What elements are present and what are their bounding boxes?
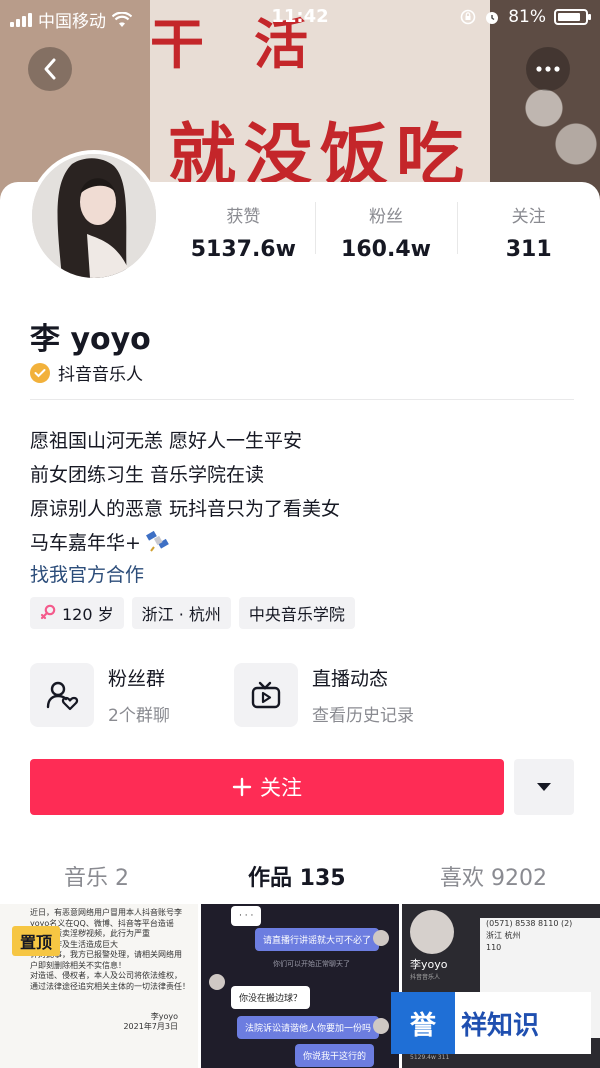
- stat-value: 5137.6w: [190, 237, 296, 262]
- watermark-logo: 誉 祥知识: [391, 992, 591, 1054]
- stat-label: 获赞: [226, 207, 261, 227]
- follow-button[interactable]: 关注: [30, 759, 504, 815]
- fans-group-subtitle: 2个群聊: [108, 706, 170, 726]
- statement-line: 对造谣、侵权者，本人及公司将依法维权，: [30, 971, 182, 980]
- stat-value: 311: [505, 237, 552, 262]
- tag-age: 120 岁: [30, 597, 124, 629]
- avatar-portrait: [32, 154, 156, 278]
- tag-school-label: 中央音乐学院: [248, 605, 345, 624]
- stat-following[interactable]: 关注 311: [457, 196, 600, 268]
- mini-city: 浙江 杭州: [486, 931, 521, 940]
- statement-date: 2021年7月3日: [123, 1022, 178, 1031]
- status-right: 81%: [460, 7, 591, 27]
- stat-label: 粉丝: [369, 207, 403, 227]
- tab-likes[interactable]: 喜欢 9202: [440, 860, 547, 892]
- more-button[interactable]: [526, 47, 570, 91]
- profile-name: 李 yoyo: [30, 322, 151, 357]
- back-button[interactable]: [28, 47, 72, 91]
- stats-row: 获赞 5137.6w 粉丝 160.4w 关注 311: [172, 196, 600, 268]
- stat-likes[interactable]: 获赞 5137.6w: [172, 196, 315, 268]
- tag-school: 中央音乐学院: [238, 597, 355, 629]
- tag-location: 浙江 · 杭州: [131, 597, 231, 629]
- caret-down-icon: [537, 783, 551, 791]
- fans-group-text: 粉丝群 2个群聊: [108, 664, 170, 726]
- fans-group-entry[interactable]: 粉丝群 2个群聊: [30, 663, 170, 727]
- live-title: 直播动态: [312, 668, 389, 690]
- chat-avatar: [373, 930, 389, 946]
- verification-row: 抖音音乐人: [30, 360, 143, 385]
- chat-bubble: 你没在搬边球？: [231, 986, 311, 1009]
- section-divider: [30, 399, 574, 400]
- stat-label: 关注: [511, 207, 546, 227]
- follow-label: 关注: [260, 776, 302, 800]
- satellite-emoji-icon: [145, 530, 169, 552]
- fans-group-title: 粉丝群: [108, 668, 166, 690]
- chat-bubble: 法院诉讼请谐他人你要加一份吗: [237, 1016, 380, 1039]
- chat-bubble: 你说我干这行的: [295, 1044, 375, 1067]
- plus-icon: [232, 777, 252, 797]
- alarm-icon: [486, 12, 499, 24]
- chat-bubble: 请直播行讲谣就大可不必了: [255, 928, 380, 951]
- chat-avatar: [373, 1018, 389, 1034]
- bio-line: 前女团练习生 音乐学院在读: [30, 464, 265, 486]
- rotation-lock-icon: [460, 9, 476, 25]
- chevron-left-icon: [44, 58, 56, 80]
- tag-location-label: 浙江 · 杭州: [141, 605, 221, 624]
- recommend-dropdown-button[interactable]: [514, 759, 574, 815]
- watermark-part-a: 誉: [391, 992, 455, 1054]
- bio-line-text: 马车嘉年华+: [30, 532, 141, 554]
- tab-works[interactable]: 作品 135: [248, 860, 346, 892]
- fans-group-icon: [30, 663, 94, 727]
- more-dots-icon: [536, 66, 560, 72]
- watermark-part-b: 祥知识: [455, 992, 591, 1054]
- stat-value: 160.4w: [341, 237, 431, 262]
- tag-row: 120 岁 浙江 · 杭州 中央音乐学院: [30, 597, 355, 629]
- content-tabs: 音乐 2 作品 135 喜欢 9202: [0, 850, 600, 900]
- tab-music[interactable]: 音乐 2: [64, 860, 129, 892]
- statement-line: 近日，有恶意网络用户冒用本人抖音账号李: [30, 908, 182, 917]
- live-tv-icon: [234, 663, 298, 727]
- live-subtitle: 查看历史记录: [312, 706, 414, 726]
- video-thumbnail[interactable]: · · · 请直播行讲谣就大可不必了 你们可以开始正常聊天了 你没在搬边球？ 法…: [201, 904, 399, 1068]
- live-history-entry[interactable]: 直播动态 查看历史记录: [234, 663, 414, 727]
- chat-hint: 你们可以开始正常聊天了: [273, 960, 350, 968]
- chat-bubble: · · ·: [231, 906, 262, 926]
- mini-number: 110: [486, 943, 502, 952]
- battery-percent: 81%: [508, 7, 546, 27]
- statement-signer: 李yoyo: [150, 1012, 178, 1021]
- avatar[interactable]: [28, 150, 160, 282]
- battery-icon: [554, 9, 591, 25]
- official-cooperation-link[interactable]: 找我官方合作: [30, 560, 144, 587]
- statement-signature: 李yoyo 2021年7月3日: [123, 1012, 178, 1032]
- verified-label: 抖音音乐人: [58, 365, 143, 385]
- bio-line: 愿祖国山河无恙 愿好人一生平安: [30, 430, 303, 452]
- mini-phone-number: (0571) 8538 8110 (2): [486, 919, 573, 928]
- statement-line: 通过法律途径追究相关主体的一切法律责任！: [30, 981, 190, 991]
- bio-line: 原谅别人的恶意 玩抖音只为了看美女: [30, 498, 341, 520]
- verified-badge-icon: [30, 362, 50, 383]
- bio: 愿祖国山河无恙 愿好人一生平安 前女团练习生 音乐学院在读 原谅别人的恶意 玩抖…: [30, 424, 340, 560]
- stat-followers[interactable]: 粉丝 160.4w: [314, 196, 458, 268]
- bio-line-last: 马车嘉年华+: [30, 526, 340, 560]
- chat-avatar: [209, 974, 225, 990]
- mini-avatar: [410, 910, 454, 954]
- live-history-text: 直播动态 查看历史记录: [312, 664, 414, 726]
- statement-line: 户即刻删除相关不实信息！: [30, 960, 126, 970]
- pinned-badge: 置顶: [12, 926, 61, 956]
- mini-profile-name: 李yoyo: [410, 958, 448, 971]
- status-bar: 中国移动 11:42 81%: [0, 0, 600, 34]
- tag-age-label: 120 岁: [62, 605, 114, 624]
- video-thumbnail[interactable]: 近日，有恶意网络用户冒用本人抖音账号李 yoyo名义在QQ、微博、抖音等平台造谣…: [0, 904, 198, 1068]
- female-icon: [40, 604, 56, 620]
- mini-profile-sub: 抖音音乐人: [410, 974, 441, 981]
- mini-stats: 5129.4w 311: [410, 1054, 450, 1061]
